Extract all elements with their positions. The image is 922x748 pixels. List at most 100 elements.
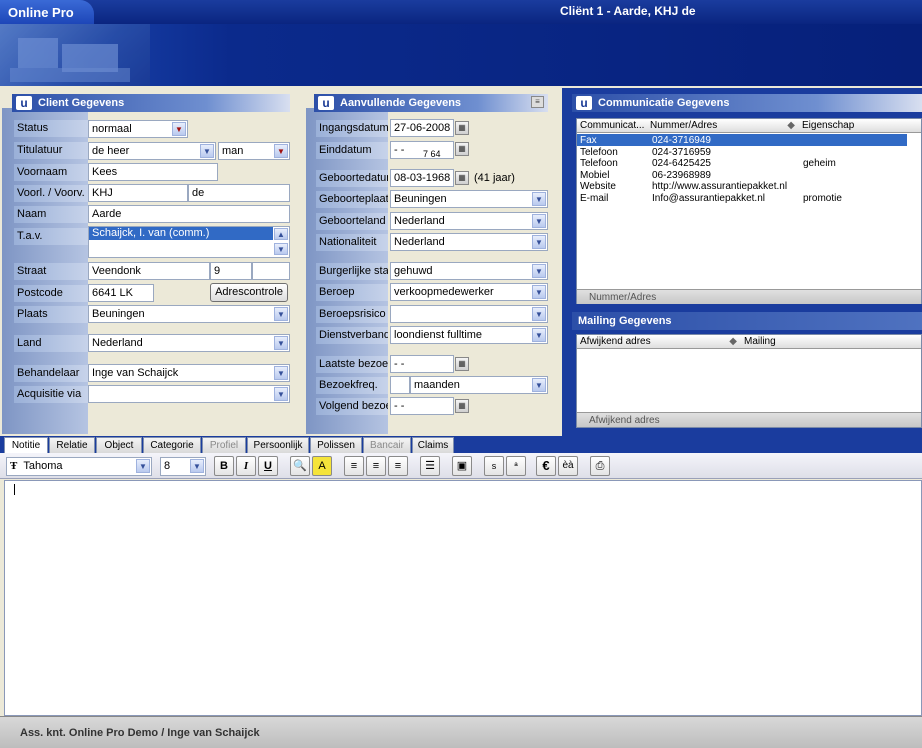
chevron-down-icon[interactable]: ▼ — [532, 192, 546, 206]
naam-field[interactable]: Aarde — [88, 205, 290, 223]
underline-button[interactable]: U — [258, 456, 278, 476]
italic-button[interactable]: I — [236, 456, 256, 476]
align-center-button[interactable]: ≡ — [366, 456, 386, 476]
voorvoegsel-field[interactable]: de — [188, 184, 290, 202]
ingangsdatum-field[interactable]: 27-06-2008 — [390, 119, 454, 137]
scroll-up-icon[interactable]: ▲ — [274, 228, 288, 240]
calendar-icon[interactable]: ▦ — [455, 357, 469, 371]
tab-profiel[interactable]: Profiel — [202, 437, 246, 453]
row-value[interactable]: 024-3716959 — [652, 147, 711, 158]
chevron-down-icon[interactable]: ▼ — [274, 336, 288, 350]
tav-list[interactable]: Schaijck, I. van (comm.) ▲ ▼ — [88, 226, 290, 258]
plaats-select[interactable]: Beuningen ▼ — [88, 305, 290, 323]
chevron-down-icon[interactable]: ▼ — [172, 122, 186, 136]
sort-icon[interactable]: ◆ — [787, 120, 795, 131]
column-header-mailing[interactable]: Mailing — [741, 335, 811, 349]
status-select[interactable]: normaal ▼ — [88, 120, 188, 138]
chevron-down-icon[interactable]: ▼ — [532, 214, 546, 228]
acquisitie-select[interactable]: ▼ — [88, 385, 290, 403]
sort-icon[interactable]: ◆ — [729, 336, 737, 347]
column-header-nummer[interactable]: Nummer/Adres ◆ — [647, 119, 799, 133]
chevron-down-icon[interactable]: ▼ — [200, 144, 214, 158]
einddatum-field[interactable]: - - 7 64 — [390, 141, 454, 159]
row-type[interactable]: E-mail — [580, 193, 608, 204]
tab-claims[interactable]: Claims — [412, 437, 454, 453]
geslacht-select[interactable]: man ▼ — [218, 142, 290, 160]
huisnummer-field[interactable]: 9 — [210, 262, 252, 280]
volgend-bezoek-field[interactable]: - - — [390, 397, 454, 415]
row-value[interactable]: Info@assurantiepakket.nl — [652, 193, 765, 204]
mailing-footer-label[interactable]: Afwijkend adres — [589, 415, 660, 426]
calendar-icon[interactable]: ▦ — [455, 121, 469, 135]
behandelaar-select[interactable]: Inge van Schaijck ▼ — [88, 364, 290, 382]
calendar-icon[interactable]: ▦ — [455, 399, 469, 413]
align-left-button[interactable]: ≡ — [344, 456, 364, 476]
communicatie-footer-label[interactable]: Nummer/Adres — [589, 292, 656, 303]
tab-persoonlijk[interactable]: Persoonlijk — [247, 437, 309, 453]
voornaam-field[interactable]: Kees — [88, 163, 218, 181]
laatste-bezoek-field[interactable]: - - — [390, 355, 454, 373]
chevron-down-icon[interactable]: ▼ — [532, 235, 546, 249]
burgerlijke-staat-select[interactable]: gehuwd ▼ — [390, 262, 548, 280]
tab-object[interactable]: Object — [96, 437, 142, 453]
chevron-down-icon[interactable]: ▼ — [274, 366, 288, 380]
geboorteplaats-select[interactable]: Beuningen ▼ — [390, 190, 548, 208]
row-value[interactable]: 024-3716949 — [652, 135, 711, 146]
chevron-down-icon[interactable]: ▼ — [274, 307, 288, 321]
tab-notitie[interactable]: Notitie — [4, 437, 48, 454]
row-value[interactable]: 024-6425425 — [652, 158, 711, 169]
toevoeging-field[interactable] — [252, 262, 290, 280]
tab-bancair[interactable]: Bancair — [363, 437, 411, 453]
beroepsrisico-select[interactable]: ▼ — [390, 305, 548, 323]
bezoekfreq-unit-select[interactable]: maanden ▼ — [410, 376, 548, 394]
straat-field[interactable]: Veendonk — [88, 262, 210, 280]
bullet-list-button[interactable]: ☰ — [420, 456, 440, 476]
chevron-down-icon[interactable]: ▼ — [532, 285, 546, 299]
euro-button[interactable]: € — [536, 456, 556, 476]
calendar-icon[interactable]: ▦ — [455, 171, 469, 185]
subscript-button[interactable]: s — [484, 456, 504, 476]
tab-polissen[interactable]: Polissen — [310, 437, 362, 453]
chevron-down-icon[interactable]: ▼ — [274, 144, 288, 158]
tab-relatie[interactable]: Relatie — [49, 437, 95, 453]
postcode-field[interactable]: 6641 LK — [88, 284, 154, 302]
voorletters-field[interactable]: KHJ — [88, 184, 188, 202]
accent-button[interactable]: èà — [558, 456, 578, 476]
chevron-down-icon[interactable]: ▼ — [190, 459, 204, 473]
align-right-button[interactable]: ≡ — [388, 456, 408, 476]
nationaliteit-select[interactable]: Nederland ▼ — [390, 233, 548, 251]
geboorteland-select[interactable]: Nederland ▼ — [390, 212, 548, 230]
chevron-down-icon[interactable]: ▼ — [274, 387, 288, 401]
font-family-select[interactable]: Ŧ Tahoma ▼ — [6, 457, 152, 476]
calendar-icon[interactable]: ▦ — [455, 142, 469, 156]
chevron-down-icon[interactable]: ▼ — [532, 328, 546, 342]
scroll-down-icon[interactable]: ▼ — [274, 243, 288, 255]
row-prop[interactable]: geheim — [803, 158, 836, 169]
collapse-icon[interactable]: ≡ — [531, 96, 544, 108]
insert-image-button[interactable]: ▣ — [452, 456, 472, 476]
row-value[interactable]: http://www.assurantiepakket.nl — [652, 181, 787, 192]
highlight-button[interactable]: A — [312, 456, 332, 476]
titulatuur-select[interactable]: de heer ▼ — [88, 142, 216, 160]
row-type[interactable]: Fax — [580, 135, 597, 146]
note-editor[interactable] — [4, 480, 922, 716]
bezoekfreq-number-field[interactable] — [390, 376, 410, 394]
tav-selected-item[interactable]: Schaijck, I. van (comm.) — [89, 227, 273, 240]
font-size-select[interactable]: 8 ▼ — [160, 457, 206, 476]
row-type[interactable]: Telefoon — [580, 158, 618, 169]
beroep-select[interactable]: verkoopmedewerker ▼ — [390, 283, 548, 301]
column-header-eigenschap[interactable]: Eigenschap — [799, 119, 907, 133]
row-type[interactable]: Mobiel — [580, 170, 609, 181]
chevron-down-icon[interactable]: ▼ — [532, 307, 546, 321]
row-type[interactable]: Telefoon — [580, 147, 618, 158]
chevron-down-icon[interactable]: ▼ — [532, 264, 546, 278]
land-select[interactable]: Nederland ▼ — [88, 334, 290, 352]
column-header-type[interactable]: Communicat... — [577, 119, 647, 133]
chevron-down-icon[interactable]: ▼ — [532, 378, 546, 392]
row-prop[interactable]: promotie — [803, 193, 842, 204]
tab-categorie[interactable]: Categorie — [143, 437, 201, 453]
dienstverband-select[interactable]: loondienst fulltime ▼ — [390, 326, 548, 344]
find-button[interactable]: 🔍 — [290, 456, 310, 476]
geboortedatum-field[interactable]: 08-03-1968 — [390, 169, 454, 187]
row-value[interactable]: 06-23968989 — [652, 170, 711, 181]
